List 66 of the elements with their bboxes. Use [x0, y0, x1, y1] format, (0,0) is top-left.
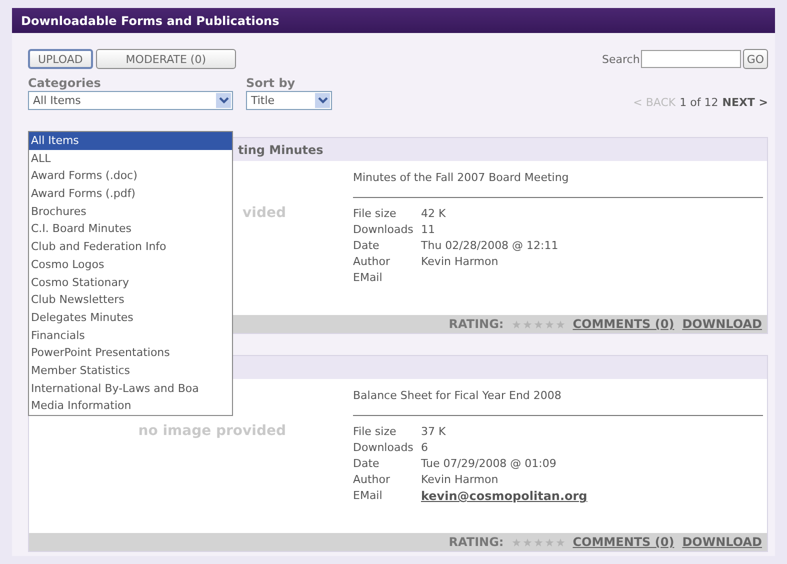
dropdown-option[interactable]: Delegates Minutes	[29, 308, 232, 327]
field-label: EMail	[353, 488, 384, 504]
star-icon	[534, 320, 543, 328]
field-value: 42 K	[421, 206, 446, 222]
field-value: Kevin Harmon	[421, 254, 498, 270]
comments-link[interactable]: COMMENTS (0)	[572, 535, 674, 549]
comments-link[interactable]: COMMENTS (0)	[572, 317, 674, 331]
dropdown-option[interactable]: All Items	[29, 132, 232, 150]
field-label: Downloads	[353, 222, 414, 238]
item-title: Balance Sheet for Fical Year End 2008	[353, 379, 763, 416]
categories-label: Categories	[28, 76, 102, 90]
field-label: Date	[353, 456, 380, 472]
field-label: Date	[353, 238, 380, 254]
star-icon	[556, 538, 565, 546]
star-icon	[544, 320, 554, 328]
search-label: Search	[602, 52, 640, 66]
dropdown-option[interactable]: Cosmo Logos	[29, 256, 232, 274]
dropdown-option[interactable]: Member Statistics	[29, 362, 232, 380]
field-label: Author	[353, 472, 392, 488]
field-label: EMail	[353, 270, 384, 286]
dropdown-option[interactable]: Award Forms (.pdf)	[29, 185, 232, 203]
field-value: 11	[421, 222, 435, 238]
categories-select[interactable]: All Items	[28, 91, 233, 110]
go-button[interactable]: GO	[742, 49, 768, 69]
rating-label: RATING:	[448, 535, 504, 549]
field-label: Downloads	[353, 440, 414, 456]
item-title: Minutes of the Fall 2007 Board Meeting	[353, 161, 763, 198]
dropdown-option[interactable]: Club and Federation Info	[29, 238, 232, 256]
field-label: Author	[353, 254, 392, 270]
sort-label: Sort by	[246, 76, 296, 90]
dropdown-option[interactable]: Brochures	[29, 202, 232, 220]
dropdown-option[interactable]: ALL	[29, 150, 232, 168]
field-label: File size	[353, 424, 398, 440]
download-link[interactable]: DOWNLOAD	[682, 535, 762, 549]
star-icon	[522, 538, 532, 546]
dropdown-option[interactable]: C.I. Board Minutes	[29, 220, 232, 238]
star-icon	[544, 538, 554, 546]
field-value: Kevin Harmon	[421, 472, 498, 488]
sort-select[interactable]: Title	[246, 91, 332, 110]
upload-button[interactable]: UPLOAD	[28, 49, 93, 69]
dropdown-option[interactable]: Club Newsletters	[29, 291, 232, 309]
next-link[interactable]: NEXT >	[722, 96, 768, 109]
item-category: ting Minutes	[238, 142, 324, 156]
star-icon	[512, 538, 521, 546]
field-value: 6	[421, 440, 428, 456]
email-link[interactable]: kevin@cosmopolitan.org	[421, 488, 588, 504]
field-label: File size	[353, 206, 398, 222]
download-link[interactable]: DOWNLOAD	[682, 317, 762, 331]
dropdown-option[interactable]: PowerPoint Presentations	[29, 344, 232, 362]
star-icon	[534, 538, 543, 546]
field-value: 37 K	[421, 424, 446, 440]
field-value: Tue 07/29/2008 @ 01:09	[421, 456, 556, 472]
dropdown-option[interactable]: Media Information	[29, 397, 232, 415]
dropdown-option[interactable]: International By-Laws and Boa	[29, 380, 232, 398]
star-icon	[512, 320, 521, 328]
dropdown-option[interactable]: Cosmo Stationary	[29, 274, 232, 292]
moderate-button[interactable]: MODERATE (0)	[96, 49, 236, 69]
rating-label: RATING:	[448, 317, 504, 331]
star-icon	[522, 320, 532, 328]
search-field[interactable]	[640, 50, 741, 68]
page-indicator: 1 of 12	[680, 96, 718, 109]
panel-title: Downloadable Forms and Publications	[12, 8, 775, 33]
dropdown-option[interactable]: Financials	[29, 326, 232, 344]
field-value: Thu 02/28/2008 @ 12:11	[421, 238, 558, 254]
dropdown-option[interactable]: Award Forms (.doc)	[29, 167, 232, 186]
star-icon	[556, 320, 565, 328]
